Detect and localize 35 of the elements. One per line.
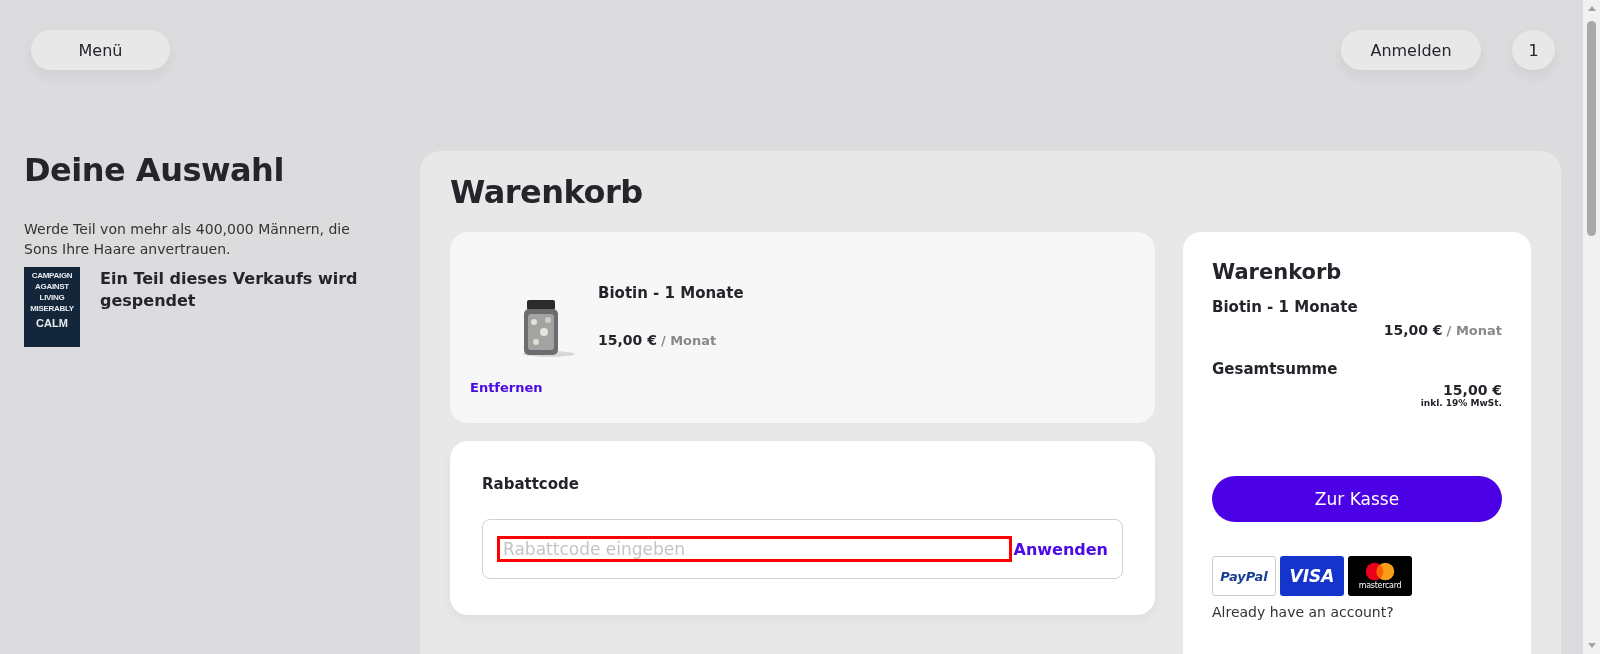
scrollbar[interactable] (1583, 0, 1600, 654)
logo-text: AGAINST (35, 281, 69, 292)
scroll-down-icon[interactable] (1587, 643, 1596, 648)
account-prompt: Already have an account? (1212, 604, 1395, 620)
logo-text: CALM (36, 316, 68, 330)
intro-text: Werde Teil von mehr als 400,000 Männern, die Sons Ihre Haare anvertrauen. (24, 220, 351, 259)
cart-title: Warenkorb (450, 173, 644, 213)
discount-code-field[interactable]: Rabattcode eingeben (497, 536, 1012, 562)
logo-text: CAMPAIGN (31, 270, 73, 281)
mastercard-logo: mastercard (1348, 556, 1412, 596)
remove-link[interactable]: Entfernen (470, 380, 543, 395)
total-label: Gesamtsumme (1212, 360, 1339, 378)
scroll-up-icon[interactable] (1587, 6, 1596, 11)
discount-label: Rabattcode (482, 475, 580, 493)
summary-item-price: 15,00 € (1383, 322, 1443, 338)
summary-title: Warenkorb (1212, 260, 1343, 284)
menu-button[interactable]: Menü (31, 30, 170, 70)
summary-item-name: Biotin - 1 Monate (1212, 298, 1359, 316)
product-price: 15,00 € (598, 332, 657, 348)
total-price: 15,00 € (1442, 382, 1502, 398)
login-button[interactable]: Anmelden (1341, 30, 1481, 70)
charity-text: Ein Teil dieses Verkaufs wird gespendet (100, 268, 359, 312)
tax-note: inkl. 19% MwSt. (1419, 398, 1502, 408)
logo-text: LIVING (39, 292, 65, 303)
cart-count-button[interactable]: 1 (1512, 30, 1555, 70)
price-period: / Monat (660, 333, 717, 348)
price-period: / Monat (1446, 323, 1502, 338)
page-title: Deine Auswahl (24, 151, 285, 189)
logo-text: MISERABLY (30, 303, 74, 314)
scrollbar-thumb[interactable] (1587, 21, 1596, 236)
visa-logo: VISA (1280, 556, 1344, 596)
product-name: Biotin - 1 Monate (598, 284, 744, 302)
paypal-logo: PayPal (1212, 556, 1276, 596)
checkout-button[interactable]: Zur Kasse (1212, 476, 1502, 522)
apply-button[interactable]: Anwenden (1013, 539, 1108, 559)
